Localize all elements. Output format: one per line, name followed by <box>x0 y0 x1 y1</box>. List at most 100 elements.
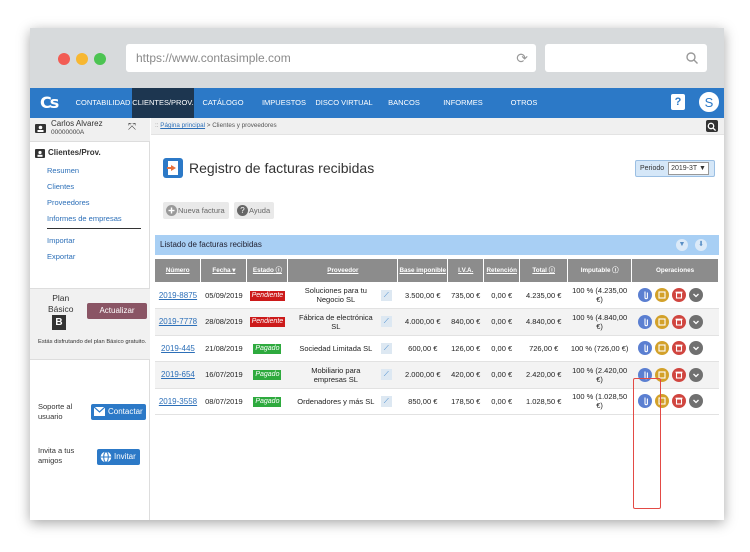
chevron-down-icon[interactable] <box>689 314 704 329</box>
col-fecha[interactable]: Fecha ▾ <box>200 259 248 282</box>
nav-informes[interactable]: INFORMES <box>438 88 488 118</box>
maximize-window-icon[interactable] <box>94 53 106 65</box>
nav-clientes-prov[interactable]: CLIENTES/PROV. <box>132 88 194 118</box>
invoice-status-cell: Pendiente <box>246 308 288 336</box>
period-select[interactable]: 2019-3T ▼ <box>668 162 709 175</box>
chevron-down-icon[interactable] <box>689 288 704 302</box>
reload-icon[interactable]: ⟳ <box>516 44 528 72</box>
total-amount: 2.420,00 € <box>519 361 568 389</box>
sidebar-item-clientes[interactable]: Clientes <box>47 182 74 191</box>
attach-icon[interactable] <box>638 367 653 382</box>
new-invoice-label: Nueva factura <box>178 206 225 215</box>
supplier-chart-icon[interactable]: ⟋ <box>380 395 392 407</box>
attach-icon[interactable] <box>638 341 653 356</box>
search-icon[interactable] <box>706 120 718 132</box>
chevron-down-icon[interactable] <box>689 394 704 409</box>
status-badge: Pagado <box>253 370 282 381</box>
table-row[interactable]: 2019-7778 28/08/2019 Pendiente Fábrica d… <box>155 308 719 336</box>
contact-button-label: Contactar <box>108 407 143 416</box>
edit-icon[interactable] <box>655 367 670 382</box>
sidebar-item-exportar[interactable]: Exportar <box>47 252 75 261</box>
invoice-date: 05/09/2019 <box>200 282 247 309</box>
upgrade-button[interactable]: Actualizar <box>87 303 147 319</box>
breadcrumb-home[interactable]: Página principal <box>160 122 205 129</box>
contact-button[interactable]: Contactar <box>91 404 146 420</box>
chevron-down-icon[interactable] <box>689 341 704 356</box>
edit-icon[interactable] <box>655 288 670 302</box>
invoice-number-link[interactable]: 2019-654 <box>161 370 195 379</box>
supplier-name: Ordenadores y más SL <box>297 396 375 406</box>
supplier-chart-icon[interactable]: ⟋ <box>380 342 392 354</box>
invoice-number-link[interactable]: 2019-445 <box>161 344 195 353</box>
filter-icon[interactable]: ▼ <box>676 239 688 251</box>
nav-disco-virtual[interactable]: DISCO VIRTUAL <box>314 88 374 118</box>
sidebar-item-importar[interactable]: Importar <box>47 236 75 245</box>
contasimple-logo[interactable]: Cs <box>40 93 62 113</box>
table-row[interactable]: 2019-445 21/08/2019 Pagado Sociedad Limi… <box>155 335 719 362</box>
new-invoice-button[interactable]: Nueva factura <box>163 202 229 219</box>
user-id: 00000000A <box>51 129 85 136</box>
nav-otros[interactable]: OTROS <box>504 88 544 118</box>
attach-icon[interactable] <box>638 288 653 302</box>
col-iva[interactable]: I.V.A. <box>447 259 485 282</box>
table-row[interactable]: 2019-3558 08/07/2019 Pagado Ordenadores … <box>155 388 719 415</box>
help-button[interactable]: ? Ayuda <box>234 202 274 219</box>
invite-button[interactable]: Invitar <box>97 449 140 465</box>
attach-icon[interactable] <box>638 314 653 329</box>
download-icon[interactable]: ⬇ <box>695 239 707 251</box>
invoice-number-link[interactable]: 2019-8875 <box>159 291 197 300</box>
user-row[interactable]: Carlos Alvarez 00000000A ⤧ <box>30 118 150 142</box>
address-bar[interactable]: https://www.contasimple.com ⟳ <box>126 44 536 72</box>
help-icon[interactable]: ? <box>671 94 685 110</box>
nav-contabilidad[interactable]: CONTABILIDAD <box>74 88 132 118</box>
edit-icon[interactable] <box>655 314 670 329</box>
sidebar-item-resumen[interactable]: Resumen <box>47 166 79 175</box>
delete-icon[interactable] <box>672 341 687 356</box>
delete-icon[interactable] <box>672 288 687 302</box>
invoice-number-link[interactable]: 2019-3558 <box>159 397 197 406</box>
breadcrumb: :: Página principal > Clientes y proveed… <box>155 122 277 129</box>
base-amount: 600,00 € <box>397 335 448 362</box>
table-row[interactable]: 2019-654 16/07/2019 Pagado Mobiliario pa… <box>155 361 719 389</box>
invoice-received-icon <box>163 158 183 178</box>
total-amount: 1.028,50 € <box>519 388 568 415</box>
invoice-number-link[interactable]: 2019-7778 <box>159 317 197 326</box>
sidebar-item-informes-empresas[interactable]: Informes de empresas <box>47 214 122 223</box>
nav-bancos[interactable]: BANCOS <box>382 88 426 118</box>
help-label: Ayuda <box>249 206 271 215</box>
col-base[interactable]: Base imponible <box>397 259 449 282</box>
supplier-chart-icon[interactable]: ⟋ <box>380 316 392 328</box>
supplier-chart-icon[interactable]: ⟋ <box>380 369 392 381</box>
attach-icon[interactable] <box>638 394 653 409</box>
col-total[interactable]: Total ⓘ <box>519 259 569 282</box>
col-numero[interactable]: Número <box>155 259 202 282</box>
col-estado[interactable]: Estado ⓘ <box>246 259 289 282</box>
edit-icon[interactable] <box>655 394 670 409</box>
col-retencion[interactable]: Retención <box>483 259 521 282</box>
edit-icon[interactable] <box>655 341 670 356</box>
supplier-name: Sociedad Limitada SL <box>299 343 373 353</box>
minimize-window-icon[interactable] <box>76 53 88 65</box>
chevron-down-icon[interactable] <box>689 367 704 382</box>
sort-icon: ▾ <box>232 266 236 274</box>
delete-icon[interactable] <box>672 394 687 409</box>
period-selector[interactable]: Periodo 2019-3T ▼ <box>635 160 715 177</box>
contact-card-icon <box>35 149 45 158</box>
user-avatar[interactable]: S <box>698 91 720 113</box>
table-row[interactable]: 2019-8875 05/09/2019 Pendiente Solucione… <box>155 282 719 309</box>
user-name: Carlos Alvarez <box>51 119 103 128</box>
close-window-icon[interactable] <box>58 53 70 65</box>
nav-impuestos[interactable]: IMPUESTOS <box>258 88 310 118</box>
browser-search-input[interactable] <box>545 44 707 72</box>
supplier-chart-icon[interactable]: ⟋ <box>380 289 392 301</box>
supplier-cell: Ordenadores y más SL ⟋ <box>287 388 398 415</box>
invite-label-line1: Invita a tus <box>38 446 75 455</box>
delete-icon[interactable] <box>672 314 687 329</box>
support-label-line2: usuario <box>38 412 63 421</box>
delete-icon[interactable] <box>672 367 687 382</box>
switch-company-icon[interactable]: ⤧ <box>128 122 136 133</box>
col-proveedor[interactable]: Proveedor <box>287 259 399 282</box>
sidebar-item-proveedores[interactable]: Proveedores <box>47 198 90 207</box>
nav-catalogo[interactable]: CATÁLOGO <box>198 88 248 118</box>
total-amount: 4.840,00 € <box>519 308 568 336</box>
